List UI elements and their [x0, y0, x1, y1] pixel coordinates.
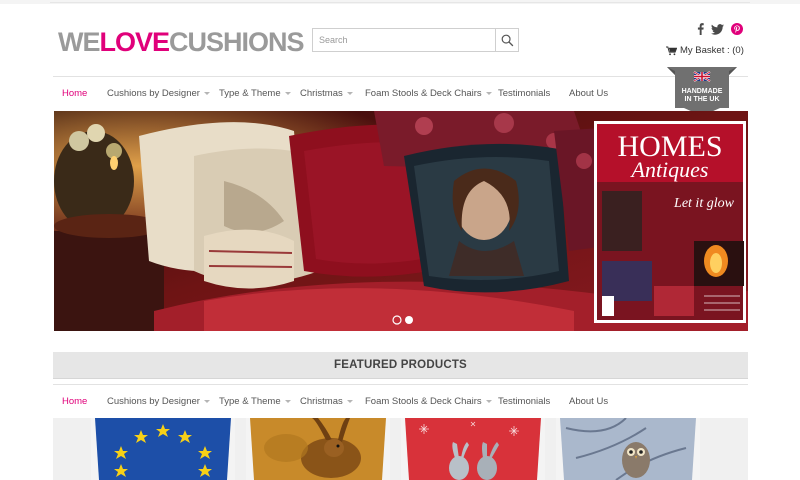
- nav-item-testimonials[interactable]: Testimonials: [498, 396, 550, 407]
- logo-love: LOVE: [99, 27, 171, 57]
- product-card[interactable]: [246, 418, 390, 480]
- nav-label: About Us: [569, 88, 609, 99]
- nav-item-about-us[interactable]: About Us: [569, 88, 608, 99]
- basket-link[interactable]: My Basket : (0): [666, 45, 744, 56]
- chevron-down-icon: [203, 400, 210, 403]
- chevron-down-icon: [346, 400, 353, 403]
- nav-item-home[interactable]: Home: [62, 396, 87, 407]
- social-links: [697, 23, 743, 35]
- site-logo[interactable]: WELOVECUSHIONS: [58, 27, 305, 57]
- product-image-owl: [556, 418, 700, 480]
- chevron-down-icon: [284, 92, 291, 95]
- slider-dot-active[interactable]: [405, 316, 413, 324]
- product-card[interactable]: [556, 418, 700, 480]
- nav-label: Home: [62, 396, 88, 407]
- facebook-icon[interactable]: [697, 23, 704, 35]
- chevron-down-icon: [485, 400, 492, 403]
- nav-item-christmas[interactable]: Christmas: [300, 88, 353, 99]
- nav-label: Type & Theme: [219, 396, 281, 407]
- nav-item-foam-stools[interactable]: Foam Stools & Deck Chairs: [365, 396, 492, 407]
- chevron-down-icon: [346, 92, 353, 95]
- chevron-down-icon: [203, 92, 210, 95]
- search-input[interactable]: [313, 29, 497, 51]
- badge-line-2: IN THE UK: [685, 96, 720, 103]
- pinterest-icon[interactable]: [731, 23, 743, 35]
- nav-label: Foam Stools & Deck Chairs: [365, 88, 482, 99]
- product-image-hare: [246, 418, 390, 480]
- search-box: [312, 28, 519, 52]
- nav-item-christmas[interactable]: Christmas: [300, 396, 353, 407]
- chevron-down-icon: [485, 92, 492, 95]
- nav-label: Christmas: [300, 88, 343, 99]
- logo-cushions: CUSHIONS: [169, 27, 305, 57]
- nav-item-foam-stools[interactable]: Foam Stools & Deck Chairs: [365, 88, 492, 99]
- logo-we: WE: [58, 27, 100, 57]
- nav-label: Foam Stools & Deck Chairs: [365, 396, 482, 407]
- search-icon: [501, 34, 513, 46]
- main-nav: Home Cushions by Designer Type & Theme C…: [53, 76, 748, 109]
- nav-label: Cushions by Designer: [107, 88, 200, 99]
- magazine-cover: HOMES Antiques Let it glow: [594, 121, 746, 323]
- nav-item-home[interactable]: Home: [62, 88, 87, 99]
- badge-line-1: HANDMADE: [682, 88, 723, 95]
- twitter-icon[interactable]: [711, 23, 724, 35]
- uk-flag-icon: [693, 71, 711, 82]
- nav-item-type-theme[interactable]: Type & Theme: [219, 88, 291, 99]
- product-grid: [53, 418, 748, 480]
- magazine-headline: Let it glow: [673, 196, 735, 211]
- nav-item-cushions-by-designer[interactable]: Cushions by Designer: [107, 88, 210, 99]
- nav-label: Christmas: [300, 396, 343, 407]
- nav-label: About Us: [569, 396, 609, 407]
- search-button[interactable]: [495, 29, 518, 51]
- nav-item-type-theme[interactable]: Type & Theme: [219, 396, 291, 407]
- nav-item-about-us[interactable]: About Us: [569, 396, 608, 407]
- cart-icon: [666, 45, 677, 55]
- product-image-eu-flag: [91, 418, 235, 480]
- basket-label: My Basket : (0): [680, 45, 744, 56]
- nav-item-cushions-by-designer[interactable]: Cushions by Designer: [107, 396, 210, 407]
- nav-label: Testimonials: [498, 88, 551, 99]
- hero-slider[interactable]: HOMES Antiques Let it glow: [54, 111, 748, 331]
- nav-label: Home: [62, 88, 88, 99]
- nav-label: Cushions by Designer: [107, 396, 200, 407]
- product-image-red-hares: [401, 418, 545, 480]
- chevron-down-icon: [284, 400, 291, 403]
- hero-image: HOMES Antiques Let it glow: [54, 111, 748, 331]
- product-card[interactable]: [91, 418, 235, 480]
- nav-item-testimonials[interactable]: Testimonials: [498, 88, 550, 99]
- nav-label: Type & Theme: [219, 88, 281, 99]
- product-card[interactable]: [401, 418, 545, 480]
- top-strip: [0, 0, 800, 4]
- secondary-nav: Home Cushions by Designer Type & Theme C…: [53, 384, 748, 418]
- magazine-title-2: Antiques: [630, 157, 709, 182]
- handmade-badge: HANDMADE IN THE UK: [667, 67, 737, 116]
- nav-label: Testimonials: [498, 396, 551, 407]
- featured-products-heading: FEATURED PRODUCTS: [53, 352, 748, 379]
